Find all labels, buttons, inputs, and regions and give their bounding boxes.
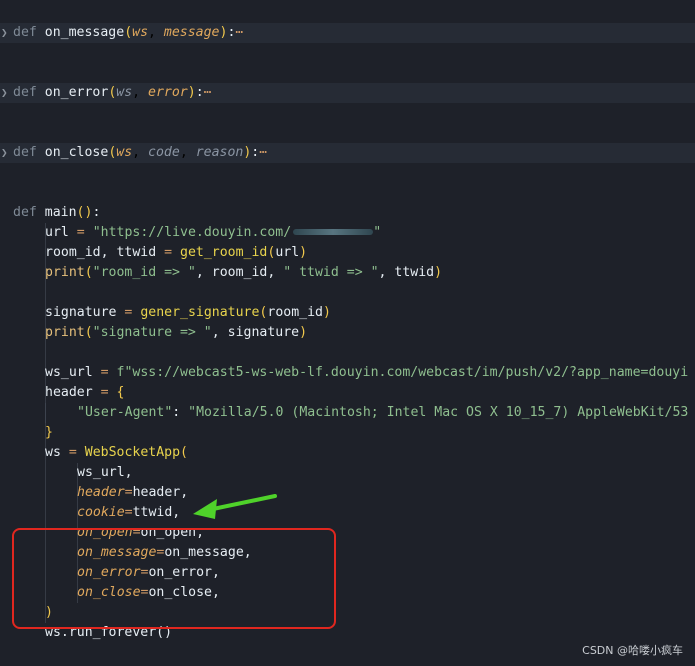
param: reason — [195, 145, 244, 160]
keyword-def: def — [13, 85, 37, 100]
folded-ellipsis-icon[interactable]: ⋯ — [235, 25, 243, 40]
param: ws — [116, 85, 133, 100]
fold-chevron-icon[interactable]: ❯ — [1, 143, 8, 163]
code-line-arg-ws-url[interactable]: ws_url, — [0, 463, 695, 483]
builtin-call: print — [45, 265, 85, 280]
code-line-user-agent[interactable]: "User-Agent": "Mozilla/5.0 (Macintosh; I… — [0, 403, 695, 423]
string-literal: " — [373, 225, 382, 240]
keyword-def: def — [13, 205, 37, 220]
code-line-header-close[interactable]: } — [0, 423, 695, 443]
argument: url — [275, 245, 300, 260]
fold-chevron-icon[interactable]: ❯ — [1, 23, 8, 43]
param: ws — [116, 145, 133, 160]
argument: header, — [132, 485, 189, 500]
param: code — [148, 145, 180, 160]
builtin-call: print — [45, 325, 85, 340]
code-line-ws[interactable]: ws = WebSocketApp( — [0, 443, 695, 463]
folded-ellipsis-icon[interactable]: ⋯ — [204, 85, 212, 100]
code-line-main[interactable]: def main(): — [0, 203, 695, 223]
code-line-ws-url[interactable]: ws_url = f"wss://webcast5-ws-web-lf.douy… — [0, 363, 695, 383]
green-arrow-annotation — [193, 494, 277, 519]
variable: ws — [45, 445, 61, 460]
param: message — [163, 25, 220, 40]
code-line-url[interactable]: url = "https://live.douyin.com/" — [0, 223, 695, 243]
code-line-signature[interactable]: signature = gener_signature(room_id) — [0, 303, 695, 323]
fold-chevron-icon[interactable]: ❯ — [1, 83, 8, 103]
code-line-arg-cookie[interactable]: cookie=ttwid, — [0, 503, 695, 523]
function-call: WebSocketApp — [84, 445, 181, 460]
folded-ellipsis-icon[interactable]: ⋯ — [259, 145, 267, 160]
code-line-print-signature[interactable]: print("signature => ", signature) — [0, 323, 695, 343]
dict-key: "User-Agent" — [77, 405, 173, 420]
argument: ws_url, — [77, 465, 133, 480]
redacted-text — [293, 229, 374, 235]
function-call: get_room_id — [180, 245, 268, 260]
param: ws — [132, 25, 149, 40]
argument: room_id — [267, 305, 323, 320]
string-literal: f"wss://webcast5-ws-web-lf.douyin.com/we… — [116, 365, 689, 380]
keyword-def: def — [13, 145, 37, 160]
watermark: CSDN @哈喽小疯车 — [582, 644, 683, 657]
argument: room_id — [211, 265, 268, 280]
argument: ttwid — [394, 265, 435, 280]
code-line-arg-header[interactable]: header=header, — [0, 483, 695, 503]
string-literal: "https://live.douyin.com/ — [92, 225, 292, 240]
code-line-room-id[interactable]: room_id, ttwid = get_room_id(url) — [0, 243, 695, 263]
param: error — [148, 85, 188, 100]
keyword-arg: cookie — [77, 505, 125, 520]
code-line-print-room[interactable]: print("room_id => ", room_id, " ttwid =>… — [0, 263, 695, 283]
code-line-on-error[interactable]: ❯ def on_error(ws, error):⋯ — [0, 83, 695, 103]
code-line-header[interactable]: header = { — [0, 383, 695, 403]
function-name: on_error — [44, 85, 109, 100]
string-literal: " ttwid => " — [283, 265, 379, 280]
keyword-def: def — [13, 25, 37, 40]
variable: header — [45, 385, 93, 400]
function-name: on_close — [44, 145, 109, 160]
variable: room_id, ttwid — [45, 245, 157, 260]
function-name: on_message — [44, 25, 125, 40]
code-line-on-close[interactable]: ❯ def on_close(ws, code, reason):⋯ — [0, 143, 695, 163]
variable: ws_url — [45, 365, 93, 380]
keyword-arg: header — [77, 485, 125, 500]
variable: url — [45, 225, 69, 240]
string-literal: "Mozilla/5.0 (Macintosh; Intel Mac OS X … — [188, 405, 689, 420]
string-literal: "room_id => " — [92, 265, 196, 280]
argument: ttwid, — [132, 505, 181, 520]
argument: signature — [227, 325, 300, 340]
string-literal: "signature => " — [92, 325, 212, 340]
highlight-box-annotation — [12, 528, 336, 629]
code-line-on-message[interactable]: ❯ def on_message(ws, message):⋯ — [0, 23, 695, 43]
variable: signature — [45, 305, 117, 320]
function-name: main — [44, 205, 77, 220]
function-call: gener_signature — [140, 305, 260, 320]
